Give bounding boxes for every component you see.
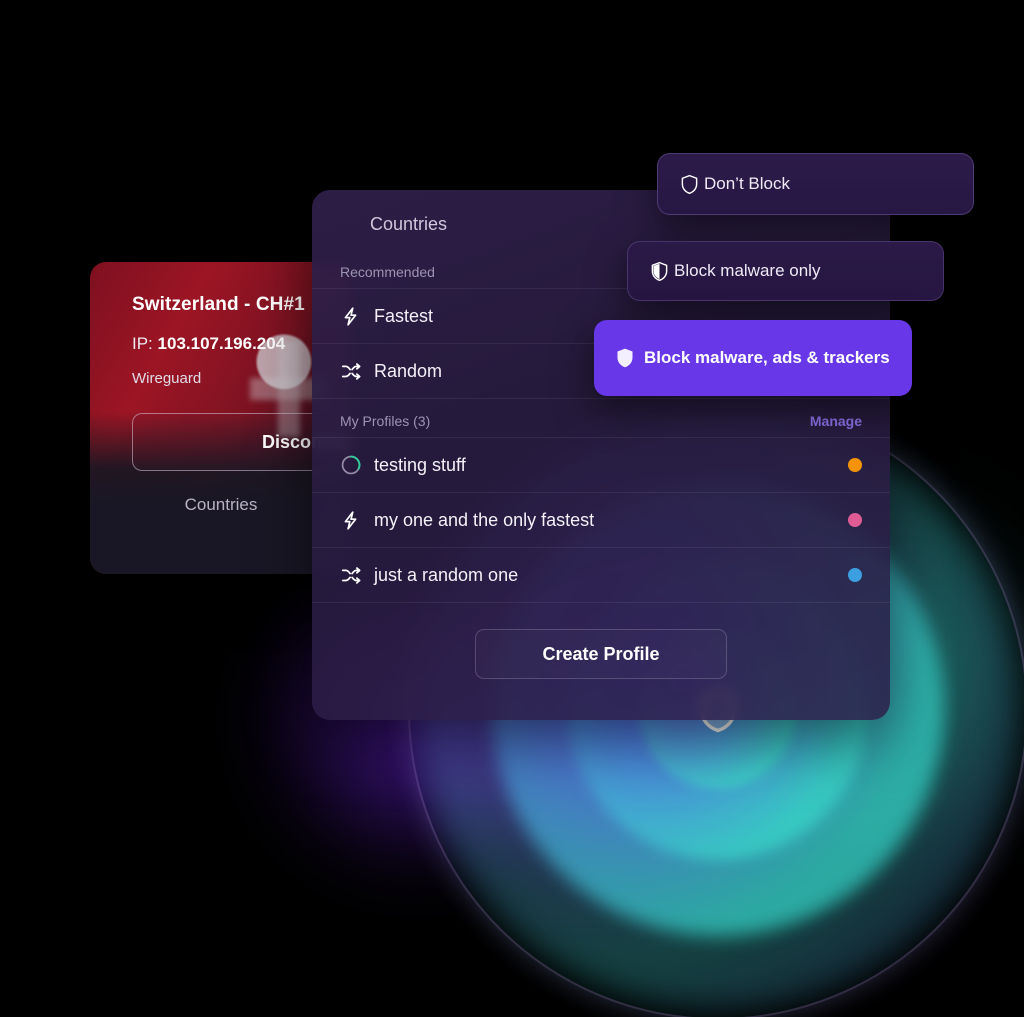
shuffle-icon	[340, 564, 374, 586]
create-profile-button[interactable]: Create Profile	[475, 629, 727, 679]
profile-color-dot	[848, 458, 862, 472]
shield-half-icon	[644, 261, 674, 282]
manage-link[interactable]: Manage	[810, 413, 862, 429]
block-option-label: Block malware only	[674, 260, 821, 280]
bolt-icon	[340, 510, 374, 531]
bolt-icon	[340, 306, 374, 327]
ip-value: 103.107.196.204	[157, 334, 286, 353]
shield-filled-icon	[610, 347, 640, 369]
app-canvas: Switzerland - CH#1 IP: 103.107.196.204 W…	[0, 0, 1024, 1017]
block-option-dont-block[interactable]: Don’t Block	[657, 153, 974, 215]
block-option-label: Don’t Block	[704, 173, 790, 193]
list-item-label: Fastest	[374, 305, 434, 326]
block-option-label: Block malware, ads & trackers	[644, 347, 890, 367]
create-profile-label: Create Profile	[542, 643, 660, 664]
profile-label: testing stuff	[374, 454, 466, 475]
profile-row-just-a-random-one[interactable]: just a random one	[312, 547, 890, 602]
profile-color-dot	[848, 513, 862, 527]
ip-label: IP:	[132, 334, 153, 353]
list-item-label: Random	[374, 360, 443, 381]
panel-title: Countries	[370, 213, 448, 234]
profile-color-dot	[848, 568, 862, 582]
block-option-malware-only[interactable]: Block malware only	[627, 241, 944, 301]
shuffle-icon	[340, 360, 374, 382]
profile-label: just a random one	[374, 564, 519, 585]
progress-ring-icon	[340, 454, 374, 476]
profiles-section-label: My Profiles (3)	[340, 413, 431, 429]
create-profile-area: Create Profile	[312, 603, 890, 679]
shield-outline-icon	[674, 174, 704, 195]
profile-label: my one and the only fastest	[374, 509, 595, 530]
profiles-section-header: My Profiles (3) Manage	[312, 399, 890, 437]
profile-row-my-one-and-the-only-fastest[interactable]: my one and the only fastest	[312, 492, 890, 547]
profile-row-testing-stuff[interactable]: testing stuff	[312, 437, 890, 492]
block-option-malware-ads-trackers[interactable]: Block malware, ads & trackers	[594, 320, 912, 396]
